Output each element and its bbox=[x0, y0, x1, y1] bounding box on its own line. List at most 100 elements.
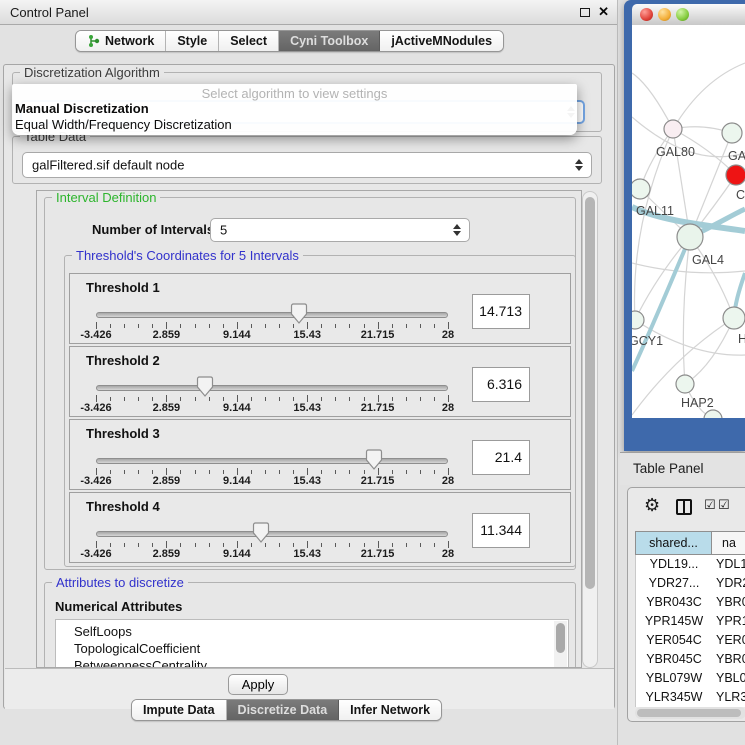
table-row[interactable]: YPR145WYPR1 bbox=[636, 612, 745, 631]
list-scrollbar[interactable] bbox=[554, 621, 567, 668]
minor-tick bbox=[152, 470, 153, 474]
number-of-intervals-combobox[interactable]: 5 bbox=[210, 218, 470, 242]
minor-tick bbox=[364, 543, 365, 547]
threshold-label: Threshold 4 bbox=[86, 499, 160, 514]
minor-tick bbox=[152, 397, 153, 401]
minor-tick bbox=[392, 324, 393, 328]
zoom-traffic-light-icon[interactable] bbox=[676, 8, 689, 21]
scrollbar-thumb[interactable] bbox=[637, 709, 741, 717]
table-row[interactable]: YDL19...YDL1 bbox=[636, 555, 745, 574]
network-node[interactable] bbox=[704, 410, 722, 418]
minor-tick bbox=[349, 324, 350, 328]
tab-select[interactable]: Select bbox=[219, 31, 279, 51]
network-node[interactable] bbox=[677, 224, 703, 250]
apply-button[interactable]: Apply bbox=[228, 674, 288, 695]
network-node[interactable] bbox=[722, 123, 742, 143]
tab-cyni-toolbox[interactable]: Cyni Toolbox bbox=[279, 31, 380, 51]
minimize-traffic-light-icon[interactable] bbox=[658, 8, 671, 21]
attribute-list-item[interactable]: SelfLoops bbox=[74, 623, 568, 640]
cell-name: YPR1 bbox=[716, 612, 745, 631]
threshold-value-field[interactable]: 11.344 bbox=[472, 513, 530, 548]
network-edge bbox=[690, 237, 734, 318]
slider-thumb[interactable] bbox=[196, 376, 214, 397]
tick-label: 9.144 bbox=[223, 402, 251, 414]
slider-track[interactable] bbox=[96, 458, 448, 464]
table-row[interactable]: YBR043CYBR0 bbox=[636, 593, 745, 612]
numerical-attributes-list[interactable]: SelfLoopsTopologicalCoefficientBetweenne… bbox=[55, 619, 569, 668]
minor-tick bbox=[406, 397, 407, 401]
tick-label: -3.426 bbox=[80, 548, 111, 560]
slider-track[interactable] bbox=[96, 312, 448, 318]
network-window-titlebar[interactable] bbox=[632, 4, 745, 25]
major-tick bbox=[448, 322, 449, 329]
minor-tick bbox=[251, 470, 252, 474]
table-row[interactable]: YER054CYER0 bbox=[636, 631, 745, 650]
table-row[interactable]: YBL079WYBL0 bbox=[636, 669, 745, 688]
algorithm-option[interactable]: Equal Width/Frequency Discretization bbox=[15, 117, 232, 132]
slider-thumb[interactable] bbox=[290, 303, 308, 324]
slider-track[interactable] bbox=[96, 385, 448, 391]
horizontal-scrollbar[interactable] bbox=[635, 707, 745, 719]
threshold-value-field[interactable]: 14.713 bbox=[472, 294, 530, 329]
attribute-list-item[interactable]: TopologicalCoefficient bbox=[74, 640, 568, 657]
minor-tick bbox=[406, 543, 407, 547]
major-tick bbox=[166, 541, 167, 548]
network-node[interactable] bbox=[632, 311, 644, 329]
tab-label: Style bbox=[177, 34, 207, 48]
tab-discretize-data[interactable]: Discretize Data bbox=[227, 700, 340, 720]
split-columns-icon[interactable] bbox=[676, 499, 692, 515]
algorithm-option[interactable]: Manual Discretization bbox=[15, 101, 149, 116]
column-header[interactable]: shared... bbox=[635, 531, 712, 555]
attribute-list-item[interactable]: BetweennessCentrality bbox=[74, 657, 568, 668]
tab-style[interactable]: Style bbox=[166, 31, 219, 51]
node-label: GA bbox=[728, 149, 745, 163]
network-node[interactable] bbox=[723, 307, 745, 329]
threshold-label: Threshold 1 bbox=[86, 280, 160, 295]
network-node[interactable] bbox=[726, 165, 745, 185]
slider-thumb[interactable] bbox=[365, 449, 383, 470]
slider-thumb[interactable] bbox=[252, 522, 270, 543]
node-label: HAP2 bbox=[681, 396, 714, 410]
cell-shared-name: YDR27... bbox=[636, 574, 712, 593]
network-edge bbox=[632, 263, 745, 273]
table-data-value: galFiltered.sif default node bbox=[32, 158, 184, 173]
tab-network[interactable]: Network bbox=[76, 31, 166, 51]
float-window-icon[interactable] bbox=[580, 8, 590, 17]
network-node[interactable] bbox=[664, 120, 682, 138]
tick-label: 15.43 bbox=[293, 548, 321, 560]
close-traffic-light-icon[interactable] bbox=[640, 8, 653, 21]
threshold-value-field[interactable]: 6.316 bbox=[472, 367, 530, 402]
slider-track[interactable] bbox=[96, 531, 448, 537]
minor-tick bbox=[321, 397, 322, 401]
network-canvas[interactable]: GAL80GACGAL11GAL4GCY1HHAP2 bbox=[632, 25, 745, 418]
minor-tick bbox=[195, 324, 196, 328]
gear-icon[interactable]: ⚙ bbox=[644, 495, 660, 516]
minor-tick bbox=[180, 470, 181, 474]
threshold-value-field[interactable]: 21.4 bbox=[472, 440, 530, 475]
tab-impute-data[interactable]: Impute Data bbox=[132, 700, 227, 720]
network-node[interactable] bbox=[676, 375, 694, 393]
algorithm-dropdown-popup: Select algorithm to view settings Manual… bbox=[12, 84, 577, 135]
close-icon[interactable]: ✕ bbox=[598, 4, 609, 20]
tick-label: 2.859 bbox=[153, 329, 181, 341]
minor-tick bbox=[406, 324, 407, 328]
minor-tick bbox=[293, 543, 294, 547]
tab-jactivemnodules[interactable]: jActiveMNodules bbox=[380, 31, 503, 51]
minor-tick bbox=[279, 543, 280, 547]
checkbox-icon-1[interactable]: ☑ bbox=[704, 498, 716, 513]
column-header[interactable]: na bbox=[711, 531, 745, 555]
minor-tick bbox=[124, 324, 125, 328]
tick-label: 15.43 bbox=[293, 329, 321, 341]
node-label: GAL11 bbox=[636, 204, 674, 218]
network-node[interactable] bbox=[632, 179, 650, 199]
minor-tick bbox=[420, 324, 421, 328]
vertical-scrollbar[interactable] bbox=[582, 191, 598, 668]
table-data-combobox[interactable]: galFiltered.sif default node bbox=[22, 152, 592, 178]
tab-infer-network[interactable]: Infer Network bbox=[339, 700, 441, 720]
minor-tick bbox=[152, 543, 153, 547]
scrollbar-thumb[interactable] bbox=[585, 197, 595, 589]
table-row[interactable]: YDR27...YDR2 bbox=[636, 574, 745, 593]
table-row[interactable]: YLR345WYLR3 bbox=[636, 688, 745, 707]
table-row[interactable]: YBR045CYBR0 bbox=[636, 650, 745, 669]
checkbox-icon-2[interactable]: ☑ bbox=[718, 498, 730, 513]
